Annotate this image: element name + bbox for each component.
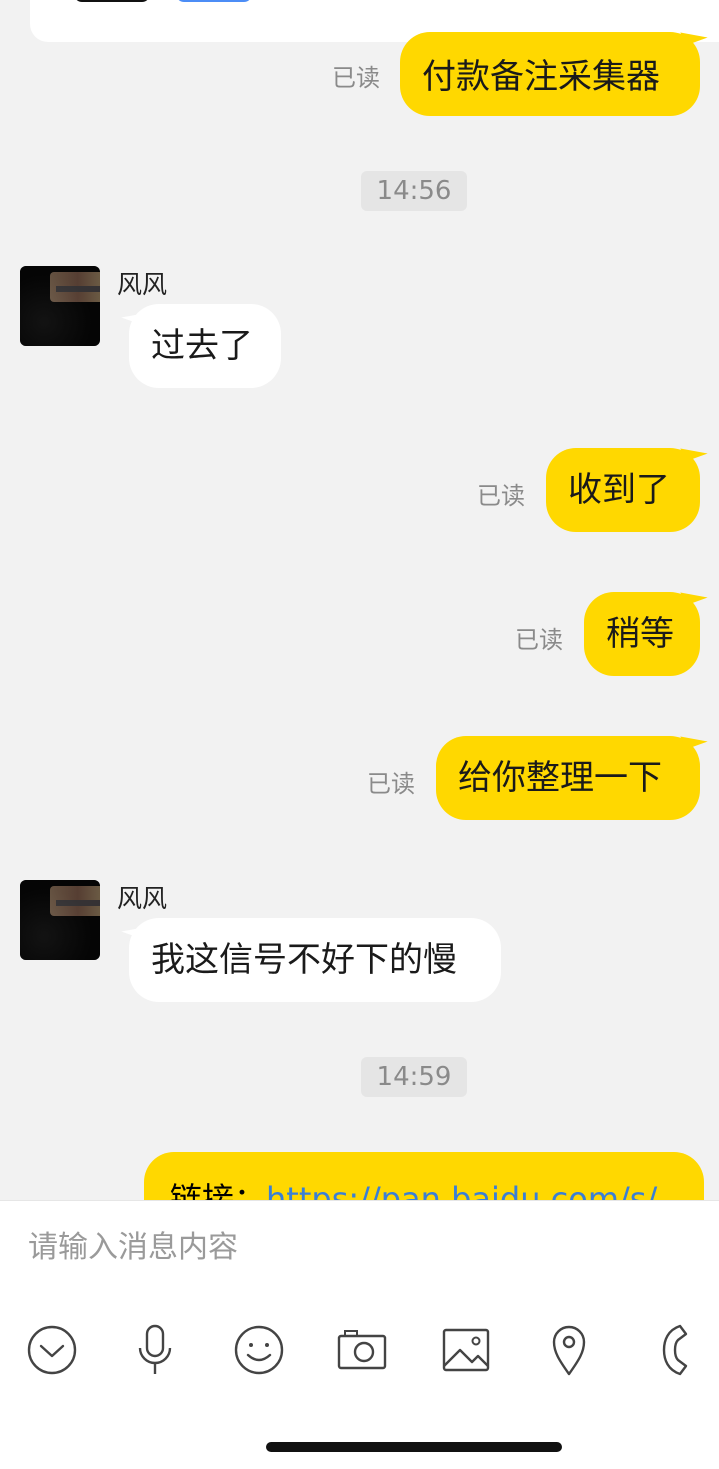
timestamp: 14:56 (361, 171, 467, 211)
dark-button-fragment[interactable] (74, 0, 150, 2)
message-bubble-outgoing[interactable]: 付款备注采集器 (400, 32, 700, 116)
read-receipt: 已读 (477, 482, 525, 510)
message-bubble-incoming[interactable]: 我这信号不好下的慢 (129, 918, 501, 1002)
home-indicator (266, 1442, 562, 1452)
emoji-icon[interactable] (231, 1322, 287, 1378)
link-label: 链接： (170, 1180, 267, 1200)
phone-icon[interactable] (648, 1322, 704, 1378)
avatar[interactable] (20, 266, 100, 346)
message-bubble-link[interactable]: 链接：https://pan.baidu.com/s/ (144, 1152, 704, 1200)
microphone-icon[interactable] (127, 1322, 183, 1378)
sender-name: 风风 (117, 270, 168, 299)
message-bubble-outgoing[interactable]: 稍等 (584, 592, 700, 676)
message-bubble-incoming[interactable]: 过去了 (129, 304, 281, 388)
camera-icon[interactable] (334, 1322, 390, 1378)
chevron-down-icon[interactable] (24, 1322, 80, 1378)
image-icon[interactable] (438, 1322, 494, 1378)
link-url[interactable]: https://pan.baidu.com/s/ (266, 1180, 657, 1200)
avatar[interactable] (20, 880, 100, 960)
chat-area: 已读 付款备注采集器 14:56 风风 过去了 已读 收到了 已读 稍等 已读 … (0, 0, 719, 1200)
location-icon[interactable] (541, 1322, 597, 1378)
timestamp: 14:59 (361, 1057, 467, 1097)
blue-button-fragment[interactable] (176, 0, 252, 2)
sender-name: 风风 (117, 884, 168, 913)
message-input[interactable] (26, 1221, 690, 1273)
read-receipt: 已读 (332, 64, 380, 92)
read-receipt: 已读 (367, 770, 415, 798)
message-bubble-outgoing[interactable]: 给你整理一下 (436, 736, 700, 820)
read-receipt: 已读 (515, 626, 563, 654)
message-bubble-outgoing[interactable]: 收到了 (546, 448, 700, 532)
